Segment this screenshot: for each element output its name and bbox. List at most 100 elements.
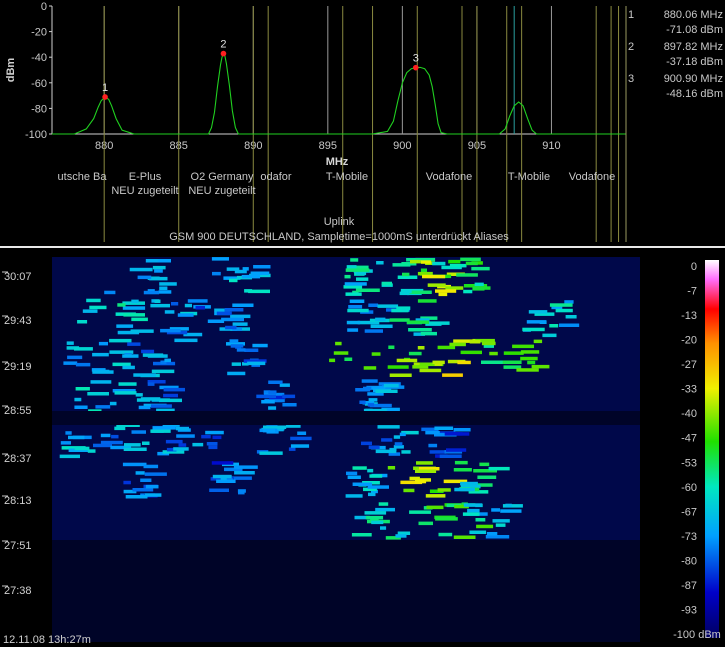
- operator-label: O2 Germany: [191, 171, 254, 183]
- waterfall-cell: [370, 324, 393, 328]
- waterfall-cell: [123, 313, 145, 317]
- waterfall-cell: [86, 298, 101, 303]
- waterfall-cell: [368, 492, 376, 497]
- colorbar-label: -73: [681, 531, 697, 543]
- waterfall-cell: [410, 259, 421, 264]
- waterfall-cell: [389, 373, 412, 377]
- operator-label: Vodafone: [569, 171, 616, 183]
- colorbar-label: -100 dBm: [673, 629, 721, 641]
- waterfall-cell: [133, 373, 156, 377]
- waterfall-cell: [347, 308, 369, 313]
- waterfall-cell: [259, 451, 283, 455]
- waterfall-cell: [237, 489, 246, 493]
- waterfall-cell: [438, 292, 448, 297]
- waterfall-cell: [351, 533, 372, 537]
- waterfall-cell: [59, 454, 80, 459]
- waterfall-cell: [467, 508, 480, 513]
- waterfall-cell: [159, 286, 168, 290]
- waterfall-cell: [471, 266, 490, 271]
- waterfall-cell: [392, 263, 411, 267]
- waterfall-empty-region: [52, 540, 640, 642]
- waterfall-cell: [177, 313, 194, 317]
- spectrum-chart: dBm 0-20-40-60-80-100 880 885 890 895 900 905…: [5, 1, 723, 243]
- operator-label: Vodafone: [426, 171, 473, 183]
- waterfall-cell: [437, 345, 456, 350]
- waterfall-cell: [381, 281, 392, 286]
- waterfall-cell: [528, 310, 548, 314]
- waterfall-cell: [74, 347, 93, 351]
- waterfall-cell: [109, 401, 117, 406]
- waterfall-cell: [335, 341, 342, 346]
- waterfall-cell: [149, 276, 168, 281]
- x-tick-label: 900: [393, 140, 411, 152]
- y-axis-label: dBm: [5, 58, 17, 83]
- waterfall-cell: [297, 431, 307, 435]
- time-label: 28:13: [4, 495, 32, 507]
- waterfall-cell: [559, 323, 580, 327]
- waterfall-cell: [399, 432, 406, 437]
- waterfall-cell: [460, 257, 481, 262]
- waterfall-cell: [171, 302, 179, 306]
- waterfall-cell: [434, 426, 454, 430]
- waterfall-cell: [409, 290, 432, 294]
- waterfall-cell: [377, 304, 399, 308]
- waterfall-cell: [409, 510, 431, 514]
- waterfall-cell: [481, 360, 503, 364]
- waterfall-cell: [206, 442, 218, 446]
- readout-frequency: 897.82 MHz: [664, 41, 723, 53]
- assignment-label: NEU zugeteilt: [111, 185, 178, 197]
- waterfall-cell: [346, 265, 357, 269]
- waterfall-cell: [429, 450, 447, 454]
- waterfall-cell: [141, 349, 155, 354]
- waterfall-cell: [158, 290, 172, 294]
- colorbar-label: -33: [681, 384, 697, 396]
- colorbar-label: -27: [681, 359, 697, 371]
- waterfall-cell: [425, 430, 440, 435]
- readout-number: 3: [628, 73, 634, 85]
- waterfall-cell: [345, 268, 370, 272]
- waterfall-cell: [549, 324, 559, 328]
- waterfall-cell: [364, 329, 383, 333]
- waterfall-gap: [52, 411, 640, 425]
- waterfall-cell: [100, 433, 111, 438]
- waterfall-cell: [500, 509, 522, 513]
- waterfall-cell: [381, 438, 393, 442]
- x-tick-label: 895: [319, 140, 337, 152]
- time-label: 28:55: [4, 405, 32, 417]
- waterfall-cell: [282, 403, 297, 407]
- waterfall-cell: [152, 265, 166, 270]
- waterfall-cell: [375, 449, 397, 454]
- waterfall-cell: [150, 303, 170, 308]
- waterfall-cell: [350, 258, 359, 262]
- waterfall-cell: [221, 317, 244, 322]
- waterfall-cell: [127, 342, 141, 346]
- waterfall-cell: [477, 475, 497, 479]
- colorbar: [705, 260, 719, 638]
- waterfall-cell: [92, 370, 114, 374]
- waterfall-cell: [489, 351, 498, 356]
- waterfall-cell: [244, 348, 259, 352]
- waterfall-cell: [151, 369, 175, 374]
- waterfall-cell: [394, 442, 403, 446]
- waterfall-cell: [232, 322, 248, 326]
- waterfall-cell: [347, 328, 359, 332]
- series-line: [52, 52, 626, 135]
- waterfall-cell: [512, 344, 534, 349]
- waterfall-cell: [124, 443, 141, 447]
- waterfall-cell: [143, 290, 160, 295]
- waterfall-cell: [432, 360, 445, 365]
- waterfall-cell: [158, 259, 171, 263]
- waterfall-cell: [67, 355, 83, 360]
- x-axis-label: MHz: [326, 156, 349, 168]
- waterfall-cell: [363, 386, 372, 391]
- waterfall-cell: [164, 310, 175, 314]
- waterfall-cell: [214, 308, 225, 312]
- waterfall-cell: [479, 462, 490, 467]
- waterfall-cell: [438, 532, 453, 537]
- band-title: Uplink: [324, 216, 355, 228]
- waterfall-cell: [355, 288, 380, 292]
- waterfall-cell: [75, 387, 90, 391]
- time-label: 27:38: [4, 585, 32, 597]
- waterfall-cell: [345, 494, 363, 498]
- waterfall-cell: [77, 320, 88, 324]
